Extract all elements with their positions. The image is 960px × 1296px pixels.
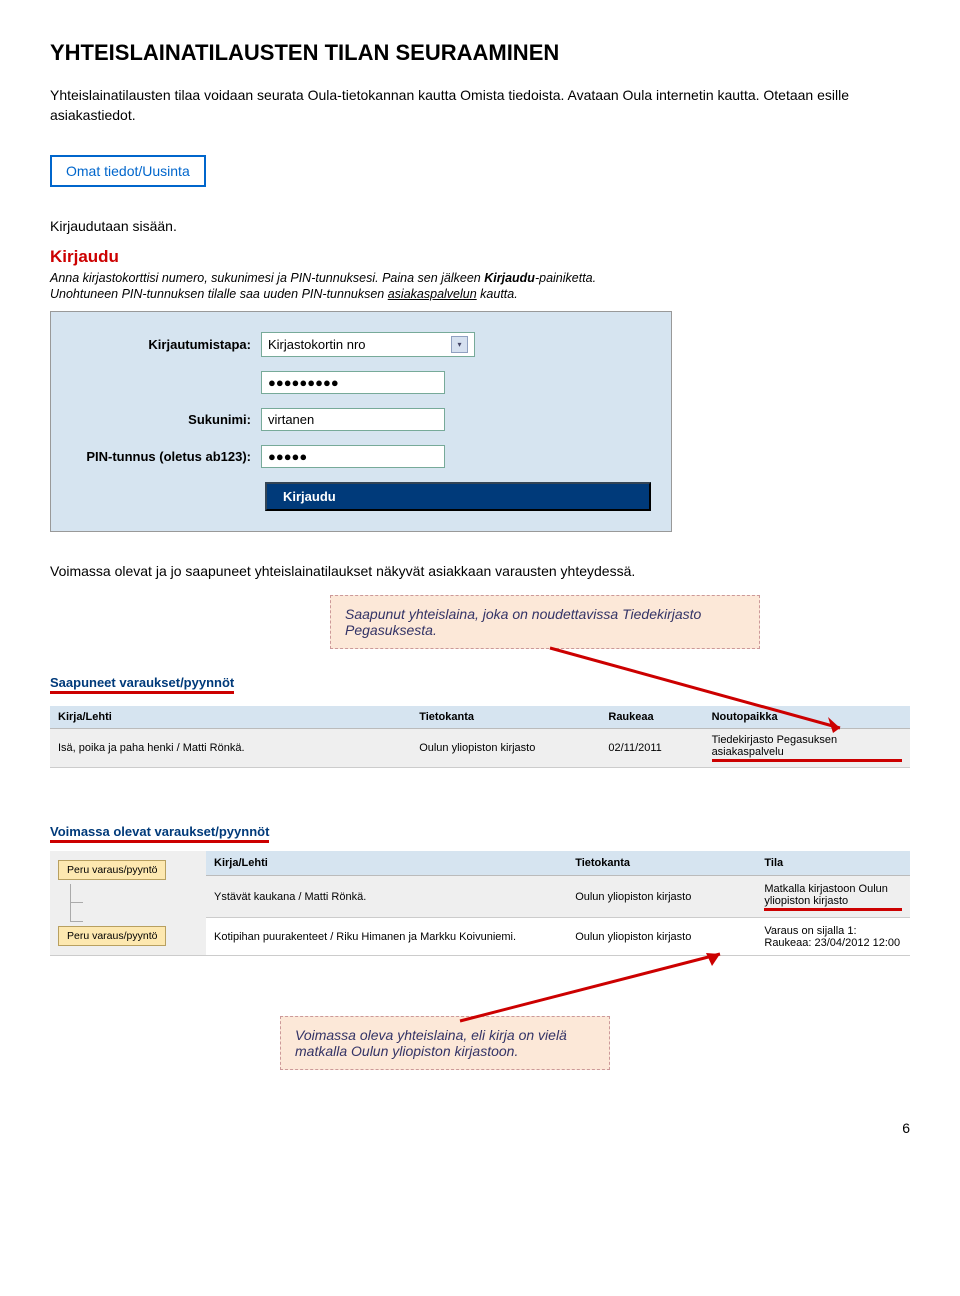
login-method-select[interactable]: Kirjastokortin nro ▾ <box>261 332 475 357</box>
login-heading: Kirjaudu <box>50 247 910 267</box>
arrow-icon <box>540 643 860 743</box>
login-instruction-1: Anna kirjastokorttisi numero, sukunimesi… <box>50 271 910 285</box>
cancel-reservation-button[interactable]: Peru varaus/pyyntö <box>58 926 166 946</box>
surname-label: Sukunimi: <box>71 412 261 427</box>
cancel-reservation-button[interactable]: Peru varaus/pyyntö <box>58 860 166 880</box>
col-database: Tietokanta <box>567 851 756 875</box>
login-instruction-2: Unohtuneen PIN-tunnuksen tilalle saa uud… <box>50 287 910 301</box>
active-reservations-table: Peru varaus/pyyntö Peru varaus/pyyntö Ki… <box>50 851 910 956</box>
card-number-input[interactable]: ●●●●●●●●● <box>261 371 445 394</box>
page-number: 6 <box>50 1120 910 1136</box>
login-button[interactable]: Kirjaudu <box>265 482 651 511</box>
login-section: Kirjaudu Anna kirjastokorttisi numero, s… <box>50 247 910 532</box>
pin-input[interactable]: ●●●●● <box>261 445 445 468</box>
surname-input[interactable]: virtanen <box>261 408 445 431</box>
arrived-reservations-heading: Saapuneet varaukset/pyynnöt <box>50 675 234 694</box>
arrow-icon <box>440 946 740 1026</box>
customer-service-link[interactable]: asiakaspalvelun <box>388 287 477 301</box>
own-info-tab[interactable]: Omat tiedot/Uusinta <box>50 155 206 187</box>
intro-paragraph-2: Kirjaudutaan sisään. <box>50 217 910 237</box>
col-book: Kirja/Lehti <box>50 706 411 729</box>
chevron-down-icon: ▾ <box>451 336 468 353</box>
intro-paragraph-3: Voimassa olevat ja jo saapuneet yhteisla… <box>50 562 910 582</box>
col-book: Kirja/Lehti <box>206 851 567 875</box>
col-status: Tila <box>756 851 910 875</box>
pin-label: PIN-tunnus (oletus ab123): <box>71 449 261 464</box>
active-reservations-heading: Voimassa olevat varaukset/pyynnöt <box>50 824 269 843</box>
callout-arrived-loan: Saapunut yhteislaina, joka on noudettavi… <box>330 595 760 649</box>
login-method-label: Kirjautumistapa: <box>71 337 261 352</box>
page-title: YHTEISLAINATILAUSTEN TILAN SEURAAMINEN <box>50 40 910 66</box>
login-form: Kirjautumistapa: Kirjastokortin nro ▾ ●●… <box>50 311 672 532</box>
intro-paragraph-1: Yhteislainatilausten tilaa voidaan seura… <box>50 86 910 125</box>
